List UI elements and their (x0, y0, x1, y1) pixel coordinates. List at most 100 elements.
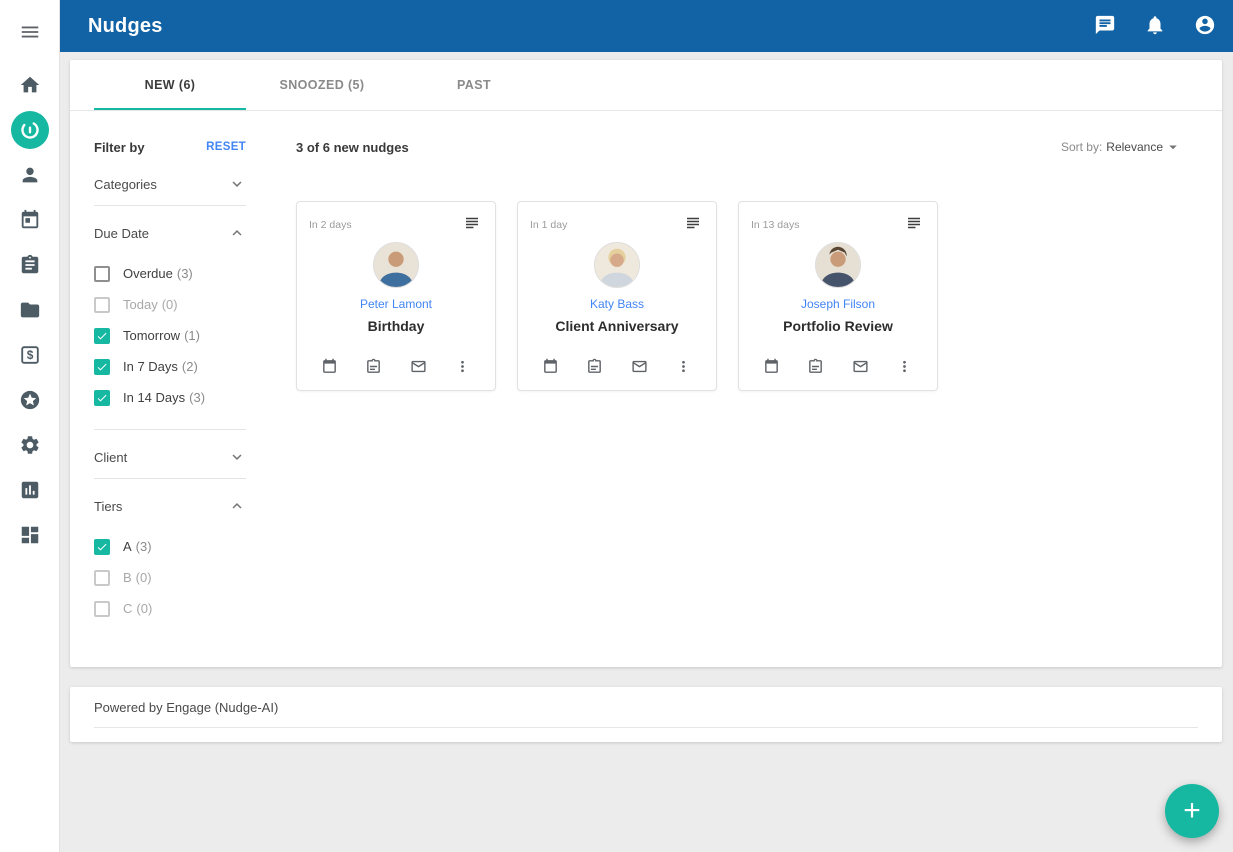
filter-option-in-14-days[interactable]: In 14 Days (3) (94, 382, 246, 413)
calendar-icon (19, 209, 41, 231)
notifications-button[interactable] (1143, 14, 1167, 38)
sidebar-item-calendar[interactable] (0, 197, 60, 242)
due-label: In 1 day (530, 212, 567, 231)
filter-header: Filter by RESET (94, 137, 246, 157)
due-label: In 2 days (309, 212, 352, 231)
client-link[interactable]: Joseph Filson (801, 297, 875, 311)
reset-filters-button[interactable]: RESET (206, 141, 246, 153)
filter-panel: Filter by RESET Categories Due Date (94, 137, 246, 640)
tab-snoozed[interactable]: SNOOZED (5) (246, 60, 398, 110)
calendar-action-button[interactable] (761, 356, 782, 380)
email-action-button[interactable] (408, 356, 429, 380)
tiers-options: A (3) B (0) C (0) (94, 527, 246, 640)
tab-past[interactable]: PAST (398, 60, 550, 110)
sidebar: $ (0, 0, 60, 852)
avatar[interactable] (594, 242, 640, 288)
filter-option-tomorrow[interactable]: Tomorrow (1) (94, 320, 246, 351)
checkbox-checked (94, 390, 110, 406)
more-vert-icon (454, 358, 471, 375)
sidebar-item-clients[interactable] (0, 152, 60, 197)
sidebar-item-home[interactable] (0, 62, 60, 107)
note-icon (807, 358, 824, 375)
client-link[interactable]: Peter Lamont (360, 297, 432, 311)
more-actions-button[interactable] (673, 356, 694, 380)
star-circle-icon (19, 389, 41, 411)
check-icon (96, 330, 108, 342)
calendar-icon (542, 358, 559, 375)
account-button[interactable] (1193, 14, 1217, 38)
more-actions-button[interactable] (894, 356, 915, 380)
subject-icon (463, 214, 481, 232)
filter-option-tier-b[interactable]: B (0) (94, 562, 246, 593)
check-icon (96, 361, 108, 373)
hamburger-menu-button[interactable] (0, 12, 60, 52)
dropdown-arrow-icon (1164, 138, 1182, 156)
sidebar-item-reports[interactable] (0, 467, 60, 512)
sidebar-item-nudges[interactable] (0, 107, 60, 152)
header-actions (1093, 14, 1217, 38)
filter-section-tiers[interactable]: Tiers (94, 485, 246, 527)
sidebar-item-documents[interactable] (0, 287, 60, 332)
chat-icon (1094, 14, 1116, 36)
app-header: Nudges (60, 0, 1233, 52)
note-action-button[interactable] (805, 356, 826, 380)
filter-option-in-7-days[interactable]: In 7 Days (2) (94, 351, 246, 382)
sidebar-item-tasks[interactable] (0, 242, 60, 287)
check-icon (96, 541, 108, 553)
add-nudge-fab[interactable]: + (1165, 784, 1219, 838)
note-action-button[interactable] (584, 356, 605, 380)
sidebar-item-settings[interactable] (0, 422, 60, 467)
filter-title: Filter by (94, 140, 145, 155)
page-title: Nudges (88, 15, 163, 38)
avatar[interactable] (815, 242, 861, 288)
panel-body: Filter by RESET Categories Due Date (70, 111, 1222, 640)
clipboard-icon (19, 254, 41, 276)
nudges-panel: NEW (6) SNOOZED (5) PAST Filter by RESET… (70, 60, 1222, 667)
sidebar-item-favorites[interactable] (0, 377, 60, 422)
checkbox (94, 297, 110, 313)
filter-section-due-date[interactable]: Due Date (94, 212, 246, 254)
nudge-details-button[interactable] (461, 212, 483, 237)
sort-dropdown[interactable]: Sort by: Relevance (1061, 138, 1182, 156)
dollar-square-icon: $ (19, 344, 41, 366)
avatar[interactable] (373, 242, 419, 288)
due-label: In 13 days (751, 212, 799, 231)
filter-option-overdue[interactable]: Overdue (3) (94, 258, 246, 289)
calendar-icon (763, 358, 780, 375)
nudge-details-button[interactable] (682, 212, 704, 237)
menu-icon (19, 21, 41, 43)
note-action-button[interactable] (363, 356, 384, 380)
note-icon (365, 358, 382, 375)
nudge-card: In 13 days Joseph Filson Portfolio Revie… (738, 201, 938, 391)
person-icon (19, 164, 41, 186)
nudge-title: Client Anniversary (555, 318, 678, 334)
more-vert-icon (896, 358, 913, 375)
chevron-up-icon (228, 497, 246, 515)
chevron-down-icon (228, 448, 246, 466)
account-circle-icon (1194, 14, 1216, 36)
nudge-details-button[interactable] (903, 212, 925, 237)
tab-new[interactable]: NEW (6) (94, 60, 246, 110)
client-link[interactable]: Katy Bass (590, 297, 644, 311)
messages-button[interactable] (1093, 14, 1117, 38)
calendar-icon (321, 358, 338, 375)
filter-option-tier-a[interactable]: A (3) (94, 531, 246, 562)
email-action-button[interactable] (850, 356, 871, 380)
email-action-button[interactable] (629, 356, 650, 380)
filter-section-categories[interactable]: Categories (94, 163, 246, 205)
due-date-options: Overdue (3) Today (0) Tomorrow (1) (94, 254, 246, 429)
calendar-action-button[interactable] (540, 356, 561, 380)
nudge-title: Portfolio Review (783, 318, 893, 334)
filter-section-client[interactable]: Client (94, 436, 246, 478)
more-actions-button[interactable] (452, 356, 473, 380)
filter-option-today[interactable]: Today (0) (94, 289, 246, 320)
sidebar-item-billing[interactable]: $ (0, 332, 60, 377)
filter-option-tier-c[interactable]: C (0) (94, 593, 246, 624)
sidebar-item-dashboard[interactable] (0, 512, 60, 557)
check-icon (96, 392, 108, 404)
tab-bar: NEW (6) SNOOZED (5) PAST (70, 60, 1222, 111)
calendar-action-button[interactable] (319, 356, 340, 380)
card-actions (530, 356, 704, 382)
cards-header: 3 of 6 new nudges Sort by: Relevance (296, 137, 1182, 157)
checkbox (94, 601, 110, 617)
